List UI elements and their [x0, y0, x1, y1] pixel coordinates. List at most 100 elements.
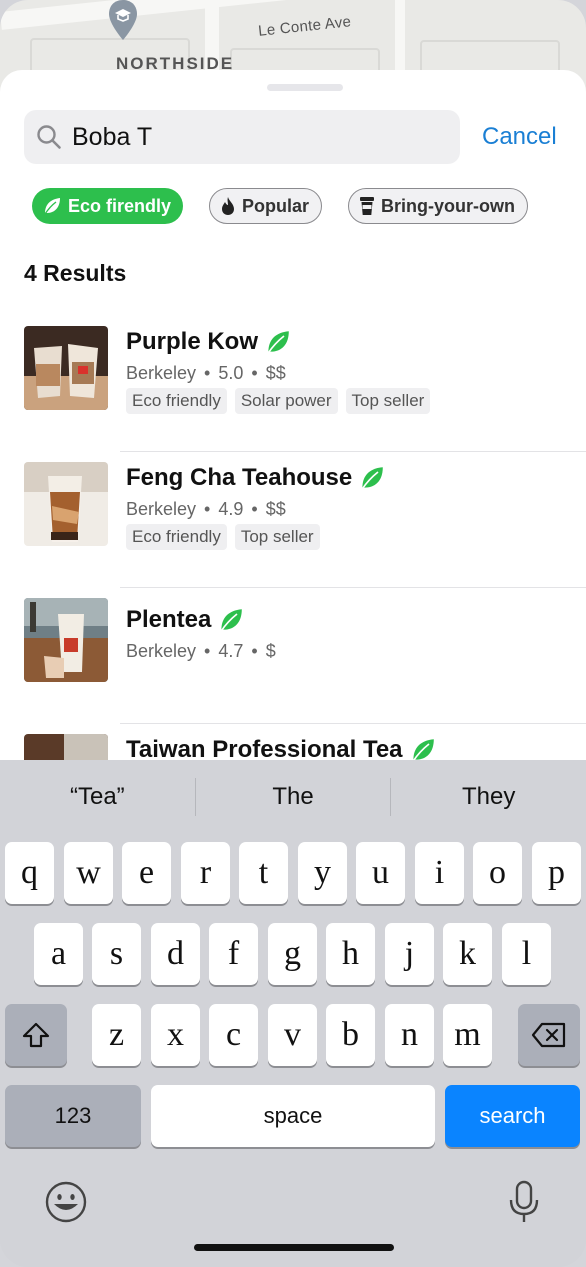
- filter-chip-label: Popular: [242, 195, 310, 216]
- suggestion-2[interactable]: The: [196, 778, 391, 816]
- delete-key[interactable]: [518, 1004, 580, 1066]
- filter-chip-eco[interactable]: Eco firendly: [32, 188, 184, 224]
- suggestion-bar: “Tea” The They: [0, 760, 586, 834]
- results-count: 4 Results: [24, 260, 127, 286]
- key-j[interactable]: j: [385, 923, 434, 985]
- key-c[interactable]: c: [209, 1004, 258, 1066]
- shop-title: Purple Kow: [126, 326, 586, 358]
- shop-rating: 5.0: [218, 362, 244, 383]
- key-k[interactable]: k: [443, 923, 492, 985]
- shop-tag: Eco friendly: [126, 524, 227, 550]
- shop-location: Berkeley: [126, 640, 197, 661]
- shop-thumbnail: [24, 462, 108, 546]
- results-list: Purple Kow Berkeley • 5.0 • $$ Eco friendl…: [0, 316, 586, 770]
- list-item[interactable]: Plentea Berkeley • 4.7 • $: [0, 588, 586, 724]
- eco-leaf-icon: [361, 467, 384, 490]
- shop-meta: Berkeley • 4.9 • $$: [126, 498, 286, 519]
- shop-info: Feng Cha Teahouse Berkeley • 4.9 • $$ Eco …: [126, 462, 586, 550]
- shop-tags: Eco friendly Top seller: [126, 524, 586, 550]
- eco-leaf-icon: [412, 739, 434, 762]
- key-i[interactable]: i: [415, 842, 464, 904]
- key-r[interactable]: r: [181, 842, 230, 904]
- shop-info: Plentea Berkeley • 4.7 • $: [126, 604, 586, 664]
- key-d[interactable]: d: [151, 923, 200, 985]
- filter-chips: Eco firendly Popular Bring-your-own: [32, 188, 529, 224]
- shop-name: Purple Kow: [126, 328, 259, 355]
- key-h[interactable]: h: [326, 923, 375, 985]
- school-pin-icon[interactable]: [108, 0, 138, 40]
- shop-tag: Solar power: [234, 388, 338, 414]
- shop-name: Feng Cha Teahouse: [126, 464, 353, 491]
- cancel-button[interactable]: Cancel: [482, 123, 557, 151]
- home-indicator[interactable]: [194, 1244, 394, 1251]
- list-item[interactable]: Purple Kow Berkeley • 5.0 • $$ Eco friendl…: [0, 316, 586, 452]
- filter-chip-label: Eco firendly: [68, 195, 172, 216]
- shop-tags: Eco friendly Solar power Top seller: [126, 388, 586, 414]
- shop-name: Plentea: [126, 606, 212, 633]
- shop-tag: Top seller: [234, 524, 320, 550]
- shop-price: $$: [265, 498, 286, 519]
- key-z[interactable]: z: [92, 1004, 141, 1066]
- cup-icon: [360, 197, 375, 215]
- shop-thumbnail: [24, 326, 108, 410]
- shop-price: $$: [265, 362, 286, 383]
- filter-chip-popular[interactable]: Popular: [209, 188, 323, 224]
- shop-tag: Eco friendly: [126, 388, 227, 414]
- emoji-icon[interactable]: [44, 1180, 88, 1224]
- shift-arrow-icon: [22, 1022, 50, 1048]
- shop-rating: 4.9: [218, 498, 244, 519]
- eco-leaf-icon: [221, 609, 243, 632]
- suggestion-3[interactable]: They: [391, 778, 586, 816]
- shop-meta: Berkeley • 5.0 • $$: [126, 362, 286, 383]
- key-t[interactable]: t: [239, 842, 288, 904]
- key-e[interactable]: e: [122, 842, 171, 904]
- shop-price: $: [265, 640, 276, 661]
- key-a[interactable]: a: [34, 923, 83, 985]
- shop-meta: Berkeley • 4.7 • $: [126, 640, 276, 661]
- shop-title: Feng Cha Teahouse: [126, 462, 586, 494]
- backspace-icon: [531, 1022, 566, 1048]
- key-p[interactable]: p: [532, 842, 581, 904]
- shop-location: Berkeley: [126, 498, 197, 519]
- filter-chip-byo[interactable]: Bring-your-own: [348, 188, 529, 224]
- key-w[interactable]: w: [64, 842, 113, 904]
- keyboard: “Tea” The They q w e r t y u i o p a s d…: [0, 760, 586, 1267]
- list-item[interactable]: Feng Cha Teahouse Berkeley • 4.9 • $$ Eco …: [0, 452, 586, 588]
- key-u[interactable]: u: [356, 842, 405, 904]
- shop-thumbnail: [24, 598, 108, 682]
- key-v[interactable]: v: [268, 1004, 317, 1066]
- search-input[interactable]: [72, 122, 432, 152]
- key-f[interactable]: f: [209, 923, 258, 985]
- search-icon: [37, 125, 61, 149]
- key-l[interactable]: l: [502, 923, 551, 985]
- numbers-key[interactable]: 123: [5, 1085, 141, 1147]
- shift-key[interactable]: [5, 1004, 67, 1066]
- key-x[interactable]: x: [151, 1004, 200, 1066]
- search-row: Cancel: [24, 110, 564, 164]
- map-street-label: Le Conte Ave: [257, 13, 353, 40]
- phone-screen: Le Conte Ave NORTHSIDE Cancel Eco firend: [0, 0, 586, 1267]
- key-b[interactable]: b: [326, 1004, 375, 1066]
- suggestion-1[interactable]: “Tea”: [0, 778, 195, 816]
- filter-chip-label: Bring-your-own: [381, 195, 516, 216]
- key-o[interactable]: o: [473, 842, 522, 904]
- key-y[interactable]: y: [298, 842, 347, 904]
- shop-rating: 4.7: [218, 640, 244, 661]
- leaf-icon: [44, 198, 60, 215]
- shop-title: Plentea: [126, 604, 586, 636]
- shop-tag: Top seller: [345, 388, 431, 414]
- key-q[interactable]: q: [5, 842, 54, 904]
- sheet-grabber[interactable]: [267, 84, 343, 91]
- flame-icon: [222, 197, 235, 215]
- key-g[interactable]: g: [268, 923, 317, 985]
- shop-location: Berkeley: [126, 362, 197, 383]
- key-m[interactable]: m: [443, 1004, 492, 1066]
- microphone-icon[interactable]: [508, 1180, 540, 1224]
- eco-leaf-icon: [267, 331, 289, 354]
- space-key[interactable]: space: [151, 1085, 435, 1147]
- key-n[interactable]: n: [385, 1004, 434, 1066]
- results-sheet: Cancel Eco firendly Popular: [0, 70, 586, 770]
- key-s[interactable]: s: [92, 923, 141, 985]
- search-key[interactable]: search: [445, 1085, 580, 1147]
- search-field[interactable]: [24, 110, 460, 164]
